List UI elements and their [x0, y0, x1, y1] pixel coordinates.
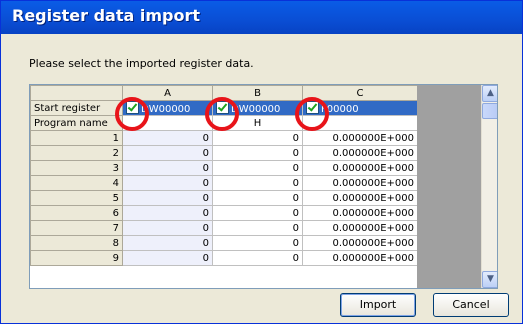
cell-c[interactable]: 0.000000E+000 — [302, 220, 418, 236]
table-row: 8 0 0 0.000000E+000 — [30, 235, 418, 251]
table-row: 5 0 0 0.000000E+000 — [30, 190, 418, 206]
corner-header — [30, 85, 123, 101]
cell-c[interactable]: 0.000000E+000 — [302, 190, 418, 206]
cell-a[interactable]: 0 — [122, 190, 213, 206]
vertical-scrollbar[interactable]: ▲ ▼ — [481, 85, 497, 288]
cell-a[interactable]: 0 — [122, 205, 213, 221]
program-name-label: Program name — [30, 115, 123, 131]
cell-a[interactable]: 0 — [122, 250, 213, 266]
table-row: 7 0 0 0.000000E+000 — [30, 220, 418, 236]
import-button[interactable]: Import — [340, 293, 416, 317]
row-index: 5 — [30, 190, 123, 206]
cell-c[interactable]: 0.000000E+000 — [302, 250, 418, 266]
cell-c[interactable]: 0.000000E+000 — [302, 160, 418, 176]
cell-c[interactable]: 0.000000E+000 — [302, 130, 418, 146]
highlight-circle-c — [295, 97, 329, 131]
table-row: 4 0 0 0.000000E+000 — [30, 175, 418, 191]
row-index: 9 — [30, 250, 123, 266]
cell-b[interactable]: 0 — [212, 145, 303, 161]
table-row: 3 0 0 0.000000E+000 — [30, 160, 418, 176]
instruction-text: Please select the imported register data… — [29, 57, 254, 70]
cell-a[interactable]: 0 — [122, 130, 213, 146]
scroll-up-icon[interactable]: ▲ — [482, 85, 497, 102]
cell-b[interactable]: 0 — [212, 235, 303, 251]
row-index: 8 — [30, 235, 123, 251]
cell-a[interactable]: 0 — [122, 235, 213, 251]
import-dialog: Register data import Please select the i… — [0, 0, 523, 324]
table-row: 9 0 0 0.000000E+000 — [30, 250, 418, 266]
row-index: 6 — [30, 205, 123, 221]
table-row: 6 0 0 0.000000E+000 — [30, 205, 418, 221]
highlight-circle-a — [115, 97, 149, 131]
cell-b[interactable]: 0 — [212, 250, 303, 266]
cell-a[interactable]: 0 — [122, 175, 213, 191]
title-bar[interactable]: Register data import — [1, 1, 522, 34]
cell-c[interactable]: 0.000000E+000 — [302, 205, 418, 221]
scrollbar-thumb[interactable] — [482, 103, 497, 119]
cell-c[interactable]: 0.000000E+000 — [302, 175, 418, 191]
row-index: 2 — [30, 145, 123, 161]
cell-b[interactable]: 0 — [212, 220, 303, 236]
empty-grid-area — [417, 85, 481, 288]
cancel-button[interactable]: Cancel — [433, 293, 509, 317]
cell-b[interactable]: 0 — [212, 175, 303, 191]
row-index: 1 — [30, 130, 123, 146]
cell-b[interactable]: 0 — [212, 160, 303, 176]
start-register-label: Start register — [30, 100, 123, 116]
cell-b[interactable]: 0 — [212, 130, 303, 146]
scroll-down-icon[interactable]: ▼ — [482, 271, 497, 288]
cell-c[interactable]: 0.000000E+000 — [302, 145, 418, 161]
cell-b[interactable]: 0 — [212, 190, 303, 206]
cell-b[interactable]: 0 — [212, 205, 303, 221]
row-index: 4 — [30, 175, 123, 191]
table-row: 1 0 0 0.000000E+000 — [30, 130, 418, 146]
cell-c[interactable]: 0.000000E+000 — [302, 235, 418, 251]
cell-a[interactable]: 0 — [122, 220, 213, 236]
cell-a[interactable]: 0 — [122, 145, 213, 161]
register-grid: A B C Start register DW00000 DW00000 F00… — [29, 84, 498, 289]
highlight-circle-b — [205, 97, 239, 131]
row-index: 7 — [30, 220, 123, 236]
row-index: 3 — [30, 160, 123, 176]
window-title: Register data import — [12, 6, 200, 25]
table-row: 2 0 0 0.000000E+000 — [30, 145, 418, 161]
cell-a[interactable]: 0 — [122, 160, 213, 176]
